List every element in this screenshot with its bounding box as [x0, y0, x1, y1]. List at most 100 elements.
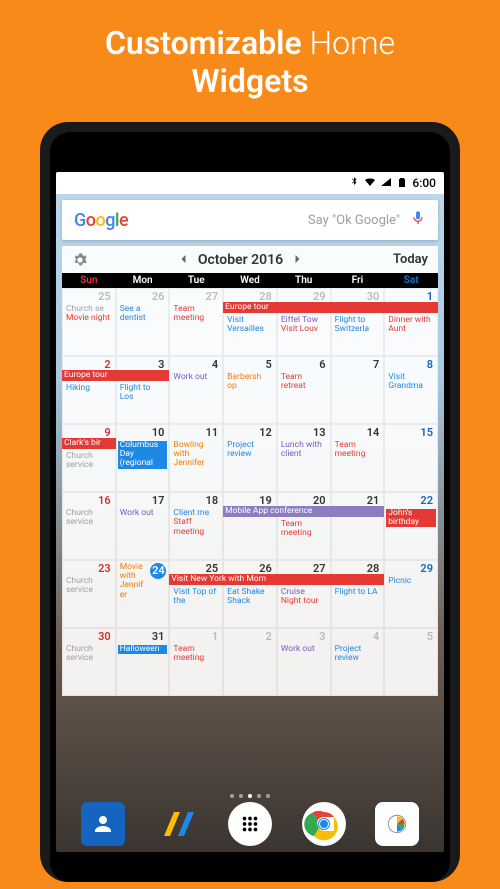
calendar-cell[interactable]: 25Visit Top of the: [169, 560, 223, 628]
calendar-cell[interactable]: 22John's birthday: [384, 492, 438, 560]
prev-month-icon[interactable]: [178, 250, 190, 269]
event[interactable]: Flight to LA: [333, 588, 383, 597]
event[interactable]: Movie night: [64, 314, 114, 323]
event[interactable]: Movie with Jennifer: [118, 563, 150, 600]
calendar-cell[interactable]: 28Visit Versailles: [223, 288, 277, 356]
calendar-cell[interactable]: 20Team meeting: [277, 492, 331, 560]
event[interactable]: Work out: [279, 645, 329, 654]
calendar-cell[interactable]: 21: [331, 492, 385, 560]
camera-app-icon[interactable]: [375, 802, 419, 846]
today-button[interactable]: Today: [389, 252, 432, 267]
calendar-cell[interactable]: 7: [331, 356, 385, 424]
event[interactable]: Church service: [64, 452, 114, 471]
event[interactable]: Eat Shake Shack: [225, 588, 275, 607]
banner-europe-tour[interactable]: Europe tour: [223, 302, 438, 313]
event[interactable]: Team retreat: [279, 373, 329, 392]
event[interactable]: Hiking: [64, 384, 114, 393]
event[interactable]: Night tour: [279, 597, 329, 606]
event[interactable]: Flight to Switzerla: [333, 316, 383, 335]
event[interactable]: Dinner with Aunt: [386, 316, 436, 335]
event[interactable]: Eiffel Tow: [279, 316, 329, 325]
calendar-cell[interactable]: 14Team meeting: [331, 424, 385, 492]
event[interactable]: Visit Louv: [279, 325, 329, 334]
calendar-widget[interactable]: October 2016 Today SunMonTueWedThuFriSat…: [62, 246, 438, 696]
event[interactable]: Columbus Day (regional: [118, 441, 168, 469]
calendar-cell[interactable]: 28Flight to LA: [331, 560, 385, 628]
calendar-cell[interactable]: 2: [223, 628, 277, 696]
calendar-cell[interactable]: 12Project review: [223, 424, 277, 492]
calendar-cell[interactable]: 11Bowling with Jennifer: [169, 424, 223, 492]
event[interactable]: Barbersh op: [225, 373, 275, 392]
event[interactable]: Client me: [171, 509, 221, 518]
event[interactable]: Team meeting: [171, 645, 221, 664]
event[interactable]: Church se: [64, 305, 114, 314]
event[interactable]: Lunch with client: [279, 441, 329, 460]
calendar-cell[interactable]: 23Church service: [62, 560, 116, 628]
adsense-app-icon[interactable]: [154, 802, 198, 846]
calendar-cell[interactable]: 30Church service: [62, 628, 116, 696]
calendar-cell[interactable]: 26Eat Shake Shack: [223, 560, 277, 628]
calendar-cell[interactable]: 10Columbus Day (regional: [116, 424, 170, 492]
calendar-cell[interactable]: 31Halloween: [116, 628, 170, 696]
banner-mobile-conf[interactable]: Mobile App conference: [223, 506, 384, 517]
app-drawer-icon[interactable]: [228, 802, 272, 846]
calendar-cell[interactable]: 4Work out: [169, 356, 223, 424]
event[interactable]: Cruise: [279, 588, 329, 597]
next-month-icon[interactable]: [291, 250, 303, 269]
calendar-cell[interactable]: 2Hiking: [62, 356, 116, 424]
calendar-cell[interactable]: 8Visit Grandma: [384, 356, 438, 424]
event[interactable]: Halloween: [118, 645, 168, 654]
calendar-cell[interactable]: 24Movie with Jennifer: [116, 560, 170, 628]
event[interactable]: John's birthday: [386, 509, 436, 528]
event[interactable]: Bowling with Jennifer: [171, 441, 221, 469]
calendar-cell[interactable]: 25Church seMovie night: [62, 288, 116, 356]
event[interactable]: Project review: [333, 645, 383, 664]
event[interactable]: Church service: [64, 645, 114, 664]
calendar-cell[interactable]: 3Flight to Los: [116, 356, 170, 424]
event[interactable]: Visit Grandma: [386, 373, 436, 392]
banner-clark[interactable]: Clark's bir: [62, 438, 116, 449]
event[interactable]: Flight to Los: [118, 384, 168, 403]
calendar-cell[interactable]: 13Lunch with client: [277, 424, 331, 492]
banner-nyc[interactable]: Visit New York with Mom: [169, 574, 384, 585]
google-search-bar[interactable]: Google Say "Ok Google": [62, 200, 438, 240]
calendar-cell[interactable]: 4Project review: [331, 628, 385, 696]
event[interactable]: Work out: [171, 373, 221, 382]
event[interactable]: Visit Versailles: [225, 316, 275, 335]
calendar-cell[interactable]: 19: [223, 492, 277, 560]
calendar-cell[interactable]: 9Church service: [62, 424, 116, 492]
event[interactable]: Church service: [64, 577, 114, 596]
calendar-cell[interactable]: 17Work out: [116, 492, 170, 560]
calendar-cell[interactable]: 16Church service: [62, 492, 116, 560]
calendar-cell[interactable]: 29Picnic: [384, 560, 438, 628]
calendar-cell[interactable]: 1Dinner with Aunt: [384, 288, 438, 356]
event[interactable]: See a dentist: [118, 305, 168, 324]
chrome-app-icon[interactable]: [302, 802, 346, 846]
calendar-cell[interactable]: 1Team meeting: [169, 628, 223, 696]
event[interactable]: Team meeting: [171, 305, 221, 324]
event[interactable]: Picnic: [386, 577, 436, 586]
calendar-grid[interactable]: Europe tour Europe tour Clark's bir Mobi…: [62, 288, 438, 696]
calendar-cell[interactable]: 15: [384, 424, 438, 492]
event[interactable]: Visit Top of the: [171, 588, 221, 607]
page-dots[interactable]: [56, 794, 444, 798]
calendar-cell[interactable]: 3Work out: [277, 628, 331, 696]
calendar-cell[interactable]: 27Team meeting: [169, 288, 223, 356]
contacts-app-icon[interactable]: [81, 802, 125, 846]
event[interactable]: Staff meeting: [171, 518, 221, 537]
calendar-cell[interactable]: 5Barbersh op: [223, 356, 277, 424]
calendar-cell[interactable]: 5: [384, 628, 438, 696]
banner-europe-tour-2[interactable]: Europe tour: [62, 370, 169, 381]
mic-icon[interactable]: [410, 210, 426, 230]
gear-icon[interactable]: [68, 252, 92, 268]
calendar-cell[interactable]: 6Team retreat: [277, 356, 331, 424]
calendar-cell[interactable]: 29Eiffel TowVisit Louv: [277, 288, 331, 356]
event[interactable]: Work out: [118, 509, 168, 518]
event[interactable]: Team meeting: [279, 520, 329, 539]
event[interactable]: Project review: [225, 441, 275, 460]
calendar-cell[interactable]: 26See a dentist: [116, 288, 170, 356]
event[interactable]: Team meeting: [333, 441, 383, 460]
event[interactable]: Church service: [64, 509, 114, 528]
calendar-cell[interactable]: 18Client meStaff meeting: [169, 492, 223, 560]
calendar-cell[interactable]: 30Flight to Switzerla: [331, 288, 385, 356]
